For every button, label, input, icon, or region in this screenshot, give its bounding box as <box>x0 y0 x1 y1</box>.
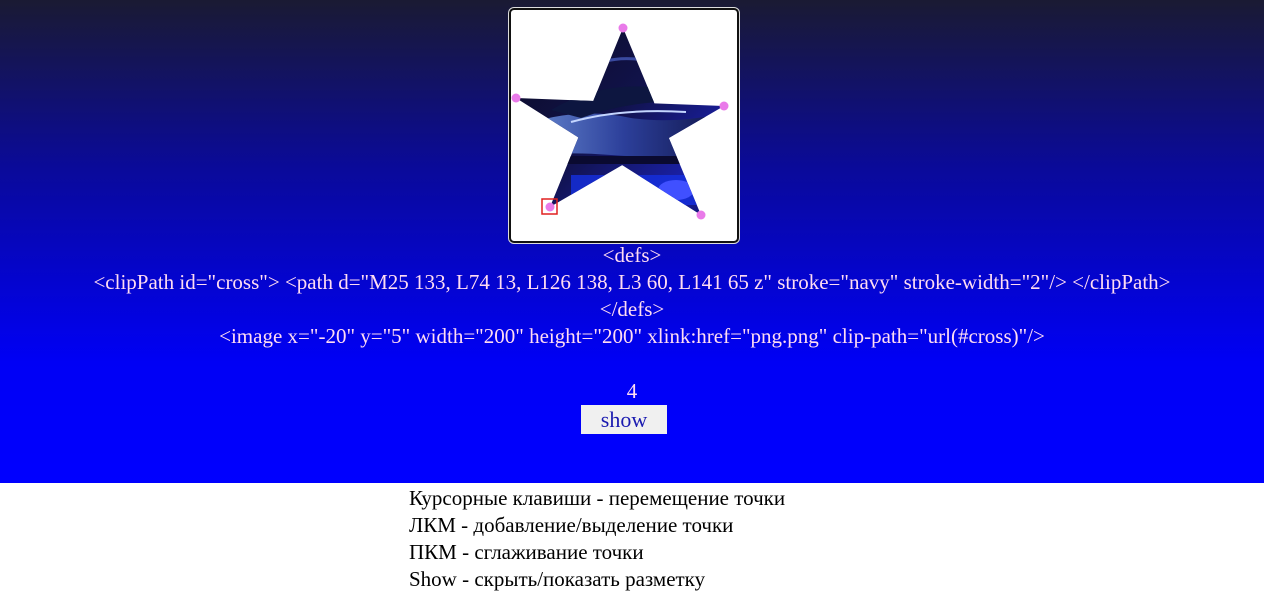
path-point-2 <box>719 101 729 111</box>
path-point-0 <box>618 23 628 33</box>
path-point-3 <box>696 210 706 220</box>
editor-panel: <defs> <clipPath id="cross"> <path d="M2… <box>0 0 1264 483</box>
svg-canvas[interactable] <box>509 8 739 243</box>
help-line-rmb: ПКМ - сглаживание точки <box>409 540 644 564</box>
code-line-defs-open: <defs> <box>602 243 662 267</box>
help-line-show: Show - скрыть/показать разметку <box>409 567 706 591</box>
path-point-4 <box>545 202 555 212</box>
help-line-arrows: Курсорные клавиши - перемещение точки <box>409 486 786 510</box>
clip-preview[interactable] <box>511 10 737 241</box>
help-text: Курсорные клавиши - перемещение точки ЛК… <box>409 485 785 593</box>
help-line-lmb: ЛКМ - добавление/выделение точки <box>409 513 734 537</box>
path-point-1 <box>511 93 521 103</box>
code-line-image: <image x="-20" y="5" width="200" height=… <box>219 324 1045 348</box>
show-button[interactable]: show <box>581 405 667 434</box>
code-line-defs-close: </defs> <box>599 297 665 321</box>
selected-point-index: 4 <box>626 379 638 403</box>
clipped-car-image <box>516 28 724 215</box>
code-line-clippath: <clipPath id="cross"> <path d="M25 133, … <box>93 270 1171 294</box>
